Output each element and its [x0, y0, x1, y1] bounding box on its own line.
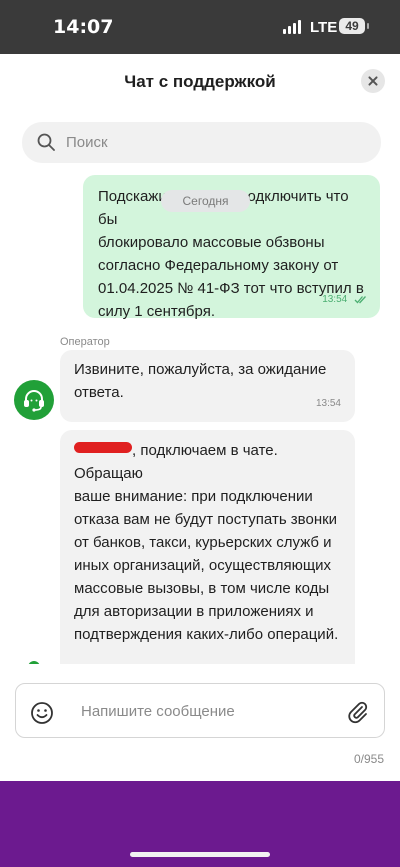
- status-bar: 14:07 LTE 49: [0, 0, 400, 54]
- message-text: Извините, пожалуйста, за ожидание ответа…: [74, 361, 327, 401]
- page-title: Чат с поддержкой: [124, 72, 276, 91]
- battery-icon: 49: [339, 18, 369, 34]
- status-time: 14:07: [53, 16, 114, 38]
- message-input[interactable]: [81, 684, 321, 739]
- operator-avatar: [28, 661, 40, 664]
- support-headset-icon: [24, 390, 44, 412]
- message-composer[interactable]: [15, 683, 385, 739]
- operator-avatar: [14, 380, 54, 420]
- home-indicator[interactable]: [130, 852, 270, 857]
- signal-icon: [283, 20, 301, 34]
- date-divider: Сегодня: [161, 190, 250, 212]
- message-time: 13:54: [322, 294, 348, 305]
- chat-messages[interactable]: Подскажите, можно подключить что бы блок…: [0, 170, 400, 664]
- incoming-message[interactable]: , подключаем в чате. Обращаю ваше вниман…: [60, 430, 355, 664]
- search-icon: [37, 133, 55, 151]
- message-text-body: , подключаем в чате. Обращаю ваше вниман…: [74, 442, 339, 643]
- redacted-name: [74, 442, 132, 453]
- close-button[interactable]: [361, 69, 385, 93]
- double-check-icon: [354, 296, 366, 304]
- emoji-icon[interactable]: [30, 701, 54, 725]
- message-time: 13:54: [315, 398, 341, 409]
- chat-header: Чат с поддержкой: [0, 54, 400, 110]
- network-type: LTE: [310, 19, 338, 36]
- search-bar[interactable]: [22, 122, 381, 163]
- incoming-message[interactable]: Извините, пожалуйста, за ожидание ответа…: [60, 350, 355, 422]
- sender-name: Оператор: [60, 336, 110, 348]
- paperclip-icon[interactable]: [344, 698, 370, 724]
- search-input[interactable]: [66, 122, 366, 163]
- message-text: , подключаем в чате. Обращаю ваше вниман…: [74, 439, 341, 664]
- message-meta: 13:54: [322, 288, 368, 311]
- character-counter: 0/955: [353, 752, 384, 766]
